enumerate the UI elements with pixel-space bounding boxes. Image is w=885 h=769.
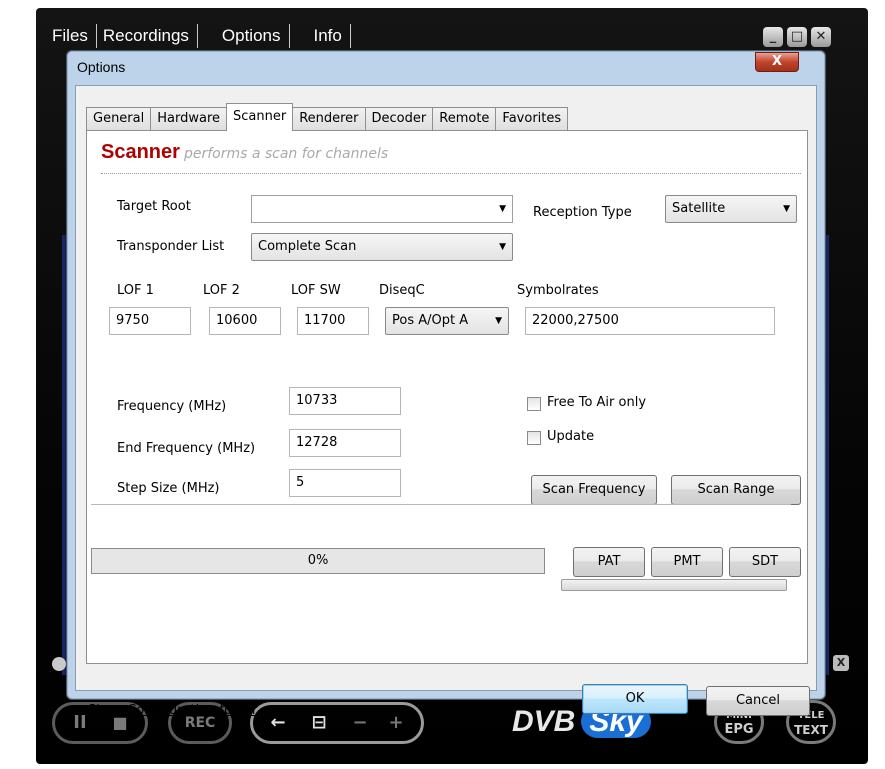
scan-frequency-button[interactable]: Scan Frequency bbox=[531, 475, 657, 505]
diseqc-value: Pos A/Opt A bbox=[392, 313, 469, 328]
plus-icon[interactable]: + bbox=[378, 705, 414, 741]
tab-general[interactable]: General bbox=[86, 107, 152, 131]
lof2-label: LOF 2 bbox=[203, 283, 240, 298]
free-to-air-checkbox[interactable] bbox=[527, 397, 541, 411]
end-frequency-label: End Frequency (MHz) bbox=[117, 441, 256, 456]
pmt-button[interactable]: PMT bbox=[651, 547, 723, 577]
symbolrates-label: Symbolrates bbox=[517, 283, 599, 298]
lof1-label: LOF 1 bbox=[117, 283, 154, 298]
scan-range-button[interactable]: Scan Range bbox=[671, 475, 801, 505]
frequency-input[interactable]: 10733 bbox=[289, 387, 401, 415]
transponder-list-combo[interactable]: Complete Scan ▼ bbox=[251, 233, 513, 261]
show-configuration-folder-link[interactable]: Show Configuration folder bbox=[88, 703, 257, 718]
tab-decoder[interactable]: Decoder bbox=[364, 107, 434, 131]
update-checkbox[interactable] bbox=[527, 431, 541, 445]
update-label: Update bbox=[547, 429, 595, 444]
menu-options[interactable]: Options bbox=[216, 24, 290, 48]
tab-hardware[interactable]: Hardware bbox=[150, 107, 227, 131]
chevron-down-icon: ▼ bbox=[783, 204, 790, 214]
cancel-button[interactable]: Cancel bbox=[706, 686, 810, 716]
minimize-button[interactable]: _ bbox=[763, 27, 783, 47]
sdt-button[interactable]: SDT bbox=[729, 547, 801, 577]
table-progress-bar bbox=[561, 579, 787, 591]
end-frequency-input[interactable]: 12728 bbox=[289, 429, 401, 457]
dialog-client-area: General Hardware Scanner Renderer Decode… bbox=[75, 85, 817, 718]
lof2-input[interactable]: 10600 bbox=[209, 307, 281, 335]
chevron-down-icon: ▼ bbox=[495, 316, 502, 326]
diseqc-label: DiseqC bbox=[379, 283, 425, 298]
panel-header: Scanner performs a scan for channels bbox=[101, 141, 388, 164]
scan-progress-bar: 0% bbox=[91, 548, 545, 574]
ok-button[interactable]: OK bbox=[582, 684, 688, 714]
scanner-panel: Scanner performs a scan for channels Targ… bbox=[86, 130, 808, 664]
step-size-input[interactable]: 5 bbox=[289, 469, 401, 497]
step-size-label: Step Size (MHz) bbox=[117, 481, 220, 496]
back-arrow-icon[interactable]: ← bbox=[260, 705, 296, 741]
menu-recordings[interactable]: Recordings bbox=[97, 24, 198, 48]
volume-knob[interactable] bbox=[52, 657, 66, 671]
tab-renderer[interactable]: Renderer bbox=[292, 107, 366, 131]
chevron-down-icon: ▼ bbox=[499, 242, 506, 252]
player-menu-bar: Files Recordings Options Info bbox=[52, 24, 351, 48]
diseqc-combo[interactable]: Pos A/Opt A ▼ bbox=[385, 307, 509, 335]
channel-group: ← ⊟ − + bbox=[250, 702, 424, 744]
free-to-air-label: Free To Air only bbox=[547, 395, 647, 410]
tab-remote[interactable]: Remote bbox=[432, 107, 497, 131]
close-button[interactable]: ✕ bbox=[811, 27, 831, 47]
options-dialog: Options X General Hardware Scanner Rende… bbox=[66, 50, 826, 718]
pat-button[interactable]: PAT bbox=[573, 547, 645, 577]
channel-list-icon[interactable]: ⊟ bbox=[296, 705, 342, 741]
chevron-down-icon: ▼ bbox=[499, 204, 506, 214]
player-window-controls: _ □ ✕ bbox=[763, 27, 831, 47]
dialog-close-button[interactable]: X bbox=[755, 52, 799, 72]
reception-type-label: Reception Type bbox=[533, 205, 632, 220]
lofsw-label: LOF SW bbox=[291, 283, 341, 298]
panel-subtitle: performs a scan for channels bbox=[183, 146, 389, 162]
target-root-label: Target Root bbox=[117, 199, 191, 214]
header-divider bbox=[101, 173, 801, 174]
transponder-list-label: Transponder List bbox=[117, 239, 225, 254]
target-root-combo[interactable]: ▼ bbox=[251, 195, 513, 223]
maximize-button[interactable]: □ bbox=[787, 27, 807, 47]
symbolrates-input[interactable]: 22000,27500 bbox=[525, 307, 775, 335]
panel-title: Scanner bbox=[101, 141, 180, 163]
side-close-icon[interactable]: X bbox=[833, 655, 849, 671]
tab-scanner[interactable]: Scanner bbox=[226, 103, 294, 131]
lof1-input[interactable]: 9750 bbox=[109, 307, 191, 335]
dialog-title: Options bbox=[77, 59, 126, 75]
menu-info[interactable]: Info bbox=[308, 24, 351, 48]
minus-icon[interactable]: − bbox=[342, 705, 378, 741]
section-divider bbox=[91, 504, 791, 505]
reception-type-value: Satellite bbox=[672, 201, 726, 216]
menu-files[interactable]: Files bbox=[52, 24, 97, 48]
tab-favorites[interactable]: Favorites bbox=[495, 107, 569, 131]
tab-strip: General Hardware Scanner Renderer Decode… bbox=[86, 103, 569, 131]
reception-type-combo[interactable]: Satellite ▼ bbox=[665, 195, 797, 223]
frequency-label: Frequency (MHz) bbox=[117, 399, 227, 414]
transponder-list-value: Complete Scan bbox=[258, 239, 357, 254]
lofsw-input[interactable]: 11700 bbox=[297, 307, 369, 335]
